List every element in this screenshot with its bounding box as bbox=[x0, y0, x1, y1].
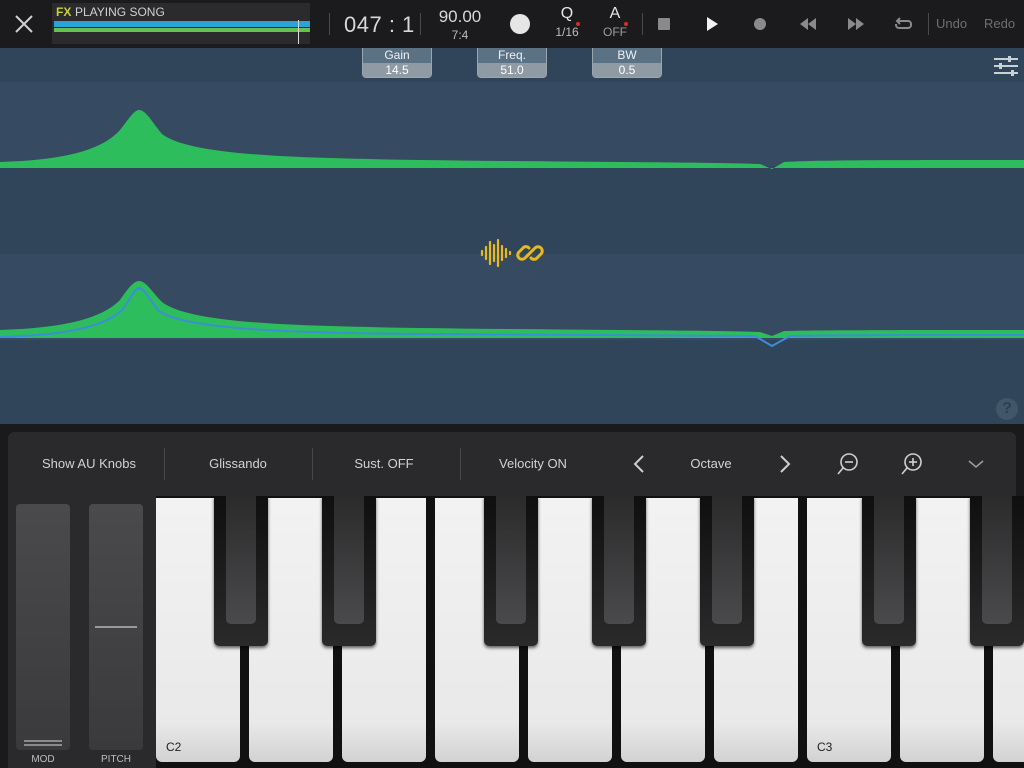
show-au-knobs-button[interactable]: Show AU Knobs bbox=[32, 456, 146, 471]
pitch-label: PITCH bbox=[101, 754, 131, 765]
black-key[interactable] bbox=[862, 496, 916, 646]
zoom-in-icon[interactable] bbox=[900, 452, 924, 476]
playhead[interactable] bbox=[298, 20, 299, 44]
play-icon bbox=[707, 17, 718, 31]
quantize-value: 1/16 bbox=[555, 25, 579, 39]
black-key[interactable] bbox=[214, 496, 268, 646]
pitch-wheel[interactable] bbox=[89, 504, 143, 750]
mod-wheel-indicator bbox=[24, 744, 62, 746]
pitch-wheel-center bbox=[95, 626, 137, 628]
gain-param[interactable]: Gain 14.5 bbox=[362, 48, 432, 78]
eq-curves bbox=[0, 110, 1024, 348]
divider bbox=[164, 448, 165, 480]
divider bbox=[460, 448, 461, 480]
tempo-display[interactable]: 90.00 7:4 bbox=[433, 7, 487, 42]
mod-label: MOD bbox=[31, 754, 55, 765]
loop-button[interactable] bbox=[892, 12, 916, 36]
mod-wheel-indicator bbox=[24, 740, 62, 742]
undo-button[interactable]: Undo bbox=[936, 16, 967, 31]
automation-indicator bbox=[624, 22, 628, 26]
fast-forward-button[interactable] bbox=[844, 12, 868, 36]
octave-label: Octave bbox=[690, 456, 732, 471]
stop-icon bbox=[658, 18, 670, 30]
divider bbox=[420, 13, 421, 35]
quantize-indicator bbox=[576, 22, 580, 26]
quantize-label: Q bbox=[560, 5, 574, 22]
track-lane-green bbox=[54, 28, 310, 32]
fx-label: FX bbox=[56, 5, 72, 19]
velocity-button[interactable]: Velocity ON bbox=[474, 456, 592, 471]
divider bbox=[642, 13, 643, 35]
link-controls bbox=[480, 238, 544, 268]
waveform-icon[interactable] bbox=[480, 238, 512, 268]
freq-value: 51.0 bbox=[478, 63, 546, 77]
chevron-left-icon[interactable] bbox=[628, 452, 652, 476]
loop-icon bbox=[895, 17, 912, 29]
song-position[interactable]: 047 : 1 bbox=[344, 12, 415, 38]
gain-label: Gain bbox=[363, 48, 431, 63]
divider bbox=[312, 448, 313, 480]
settings-sliders-icon[interactable] bbox=[992, 54, 1020, 78]
record-icon bbox=[754, 18, 766, 30]
redo-button[interactable]: Redo bbox=[984, 16, 1015, 31]
black-key[interactable] bbox=[484, 496, 538, 646]
eq-curve-upper bbox=[0, 110, 1024, 169]
eq-curve-lower bbox=[0, 281, 1024, 338]
record-button[interactable] bbox=[748, 12, 772, 36]
piano-keyboard: C2 C3 bbox=[156, 496, 1024, 768]
close-button[interactable] bbox=[0, 0, 48, 48]
track-lane-blue bbox=[54, 21, 310, 27]
link-icon[interactable] bbox=[516, 239, 544, 267]
transport-bar: FX PLAYING SONG 047 : 1 90.00 7:4 Q 1/16… bbox=[0, 0, 1024, 48]
bw-param[interactable]: BW 0.5 bbox=[592, 48, 662, 78]
black-key[interactable] bbox=[592, 496, 646, 646]
key-label-c2: C2 bbox=[166, 740, 182, 754]
gain-value: 14.5 bbox=[363, 63, 431, 77]
play-button[interactable] bbox=[700, 12, 724, 36]
zoom-out-icon[interactable] bbox=[836, 452, 860, 476]
divider bbox=[329, 13, 330, 35]
help-icon[interactable]: ? bbox=[996, 398, 1018, 420]
keyboard-panel: Show AU Knobs Glissando Sust. OFF Veloci… bbox=[8, 432, 1024, 768]
freq-param[interactable]: Freq. 51.0 bbox=[477, 48, 547, 78]
eq-editor[interactable]: Gain 14.5 Freq. 51.0 BW 0.5 ? bbox=[0, 48, 1024, 424]
mod-wheel[interactable] bbox=[16, 504, 70, 750]
keyboard-toolbar: Show AU Knobs Glissando Sust. OFF Veloci… bbox=[8, 432, 1016, 496]
track-overview[interactable]: FX PLAYING SONG bbox=[52, 3, 310, 44]
freq-label: Freq. bbox=[478, 48, 546, 63]
glissando-button[interactable]: Glissando bbox=[180, 456, 296, 471]
chevron-right-icon[interactable] bbox=[772, 452, 796, 476]
automation-value: OFF bbox=[603, 25, 627, 39]
black-key[interactable] bbox=[700, 496, 754, 646]
divider bbox=[928, 13, 929, 35]
automation-label: A bbox=[609, 5, 621, 22]
stop-button[interactable] bbox=[652, 12, 676, 36]
rewind-icon bbox=[800, 18, 816, 30]
sustain-button[interactable]: Sust. OFF bbox=[326, 456, 442, 471]
fast-forward-icon bbox=[848, 18, 864, 30]
tempo-value: 90.00 bbox=[438, 7, 482, 26]
key-label-c3: C3 bbox=[817, 740, 833, 754]
playing-status: PLAYING SONG bbox=[75, 5, 165, 19]
chevron-down-icon[interactable] bbox=[964, 452, 988, 476]
rewind-button[interactable] bbox=[796, 12, 820, 36]
metronome-button[interactable] bbox=[510, 14, 530, 34]
bw-value: 0.5 bbox=[593, 63, 661, 77]
close-icon bbox=[15, 15, 33, 33]
black-key[interactable] bbox=[970, 496, 1024, 646]
bw-label: BW bbox=[593, 48, 661, 63]
time-signature: 7:4 bbox=[451, 28, 469, 42]
black-key[interactable] bbox=[322, 496, 376, 646]
